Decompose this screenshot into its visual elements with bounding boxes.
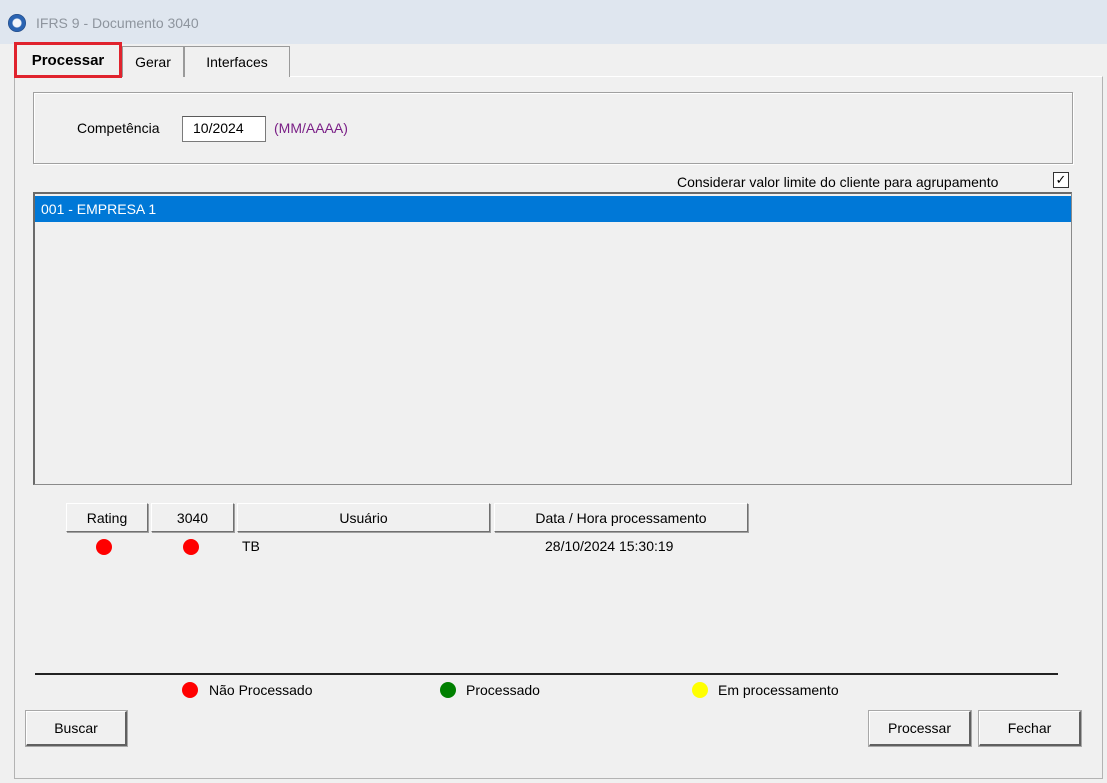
data-hora-cell: 28/10/2024 15:30:19 [545,538,674,554]
competencia-input[interactable]: 10/2024 [182,116,266,142]
usuario-cell: TB [242,538,260,554]
competencia-label: Competência [77,120,160,136]
nao-processado-dot [182,682,198,698]
legend-nao-processado: Não Processado [209,682,313,698]
agrupamento-checkbox[interactable]: ✓ [1053,172,1069,188]
window-title: IFRS 9 - Documento 3040 [36,15,199,31]
buscar-button[interactable]: Buscar [26,711,127,746]
column-header-3040[interactable]: 3040 [151,503,234,532]
legend-em-processamento: Em processamento [718,682,839,698]
competencia-format-hint: (MM/AAAA) [274,120,348,136]
fechar-button[interactable]: Fechar [979,711,1081,746]
tab-gerar[interactable]: Gerar [122,46,184,77]
app-icon [8,14,26,32]
separator [35,673,1058,675]
processado-dot [440,682,456,698]
company-list[interactable] [33,192,1072,485]
column-header-usuario[interactable]: Usuário [237,503,490,532]
processar-button[interactable]: Processar [869,711,971,746]
rating-status-dot [96,539,112,555]
agrupamento-label: Considerar valor limite do cliente para … [677,174,999,190]
tab-interfaces[interactable]: Interfaces [184,46,290,77]
em-processamento-dot [692,682,708,698]
column-header-data-hora[interactable]: Data / Hora processamento [494,503,748,532]
legend-processado: Processado [466,682,540,698]
tab-processar[interactable]: Processar [14,42,122,78]
3040-status-dot [183,539,199,555]
list-item[interactable]: 001 - EMPRESA 1 [35,196,1071,222]
check-icon: ✓ [1055,172,1067,187]
column-header-rating[interactable]: Rating [66,503,148,532]
